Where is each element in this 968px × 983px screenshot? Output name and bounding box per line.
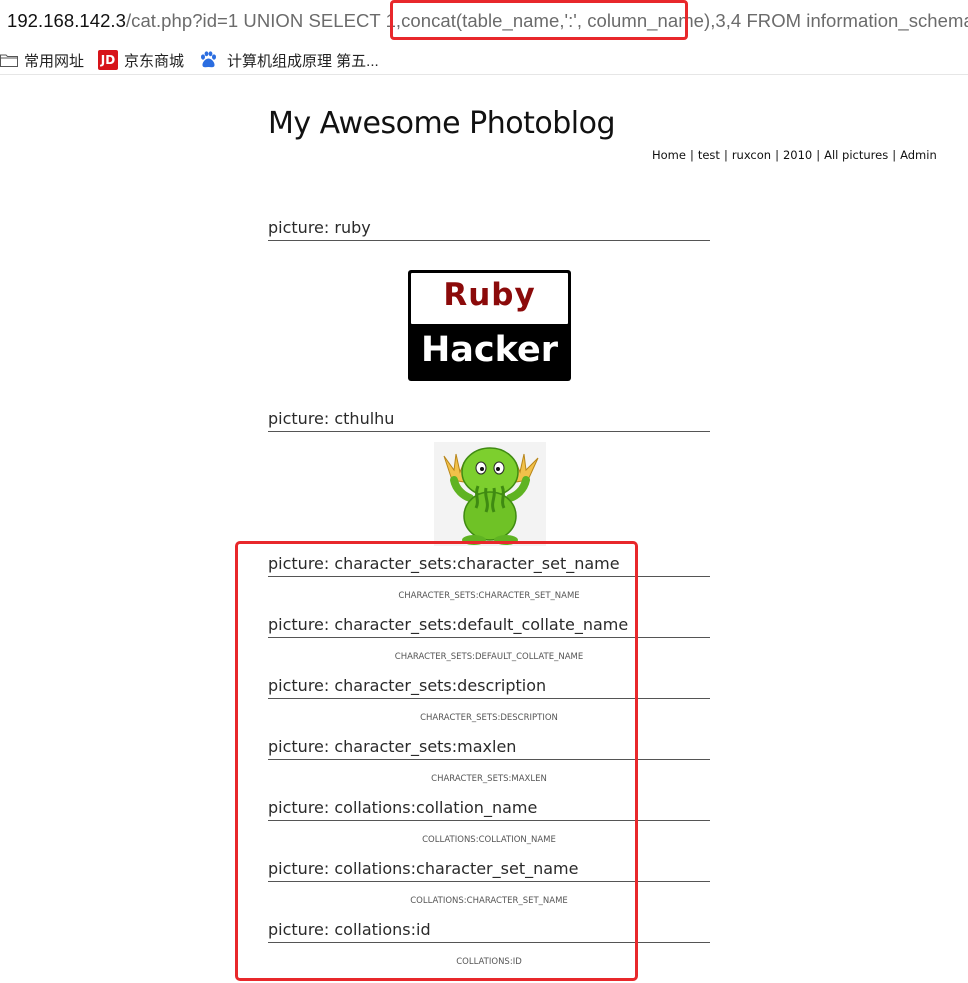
site-nav: Home | test | ruxcon | 2010 | All pictures | Admin bbox=[652, 148, 937, 162]
nav-separator: | bbox=[892, 148, 897, 162]
nav-home-link[interactable]: Home bbox=[652, 148, 686, 162]
bookmark-jd[interactable]: JD 京东商城 bbox=[98, 50, 184, 70]
address-bar[interactable]: 192.168.142.3/cat.php?id=1 UNION SELECT … bbox=[0, 0, 968, 44]
site-title[interactable]: My Awesome Photoblog bbox=[268, 106, 616, 141]
bookmarks-bar: 常用网址 JD 京东商城 计算机组成原理 第五... bbox=[0, 46, 968, 75]
ruby-logo-top: Ruby bbox=[411, 273, 568, 324]
bookmark-label: 京东商城 bbox=[124, 52, 185, 70]
cthulhu-illustration bbox=[443, 447, 539, 545]
cthulhu-image[interactable] bbox=[434, 442, 546, 546]
hacker-logo-text: Hacker bbox=[421, 330, 558, 370]
baidu-paw-icon bbox=[201, 51, 216, 68]
ruby-hacker-image[interactable]: Ruby Hacker bbox=[408, 270, 571, 381]
results-highlight-box bbox=[235, 541, 638, 981]
post-title[interactable]: picture: ruby bbox=[268, 219, 710, 241]
bookmark-baidu[interactable]: 计算机组成原理 第五... bbox=[199, 50, 379, 70]
nav-separator: | bbox=[775, 148, 779, 162]
folder-icon bbox=[0, 54, 18, 67]
bookmark-frequent[interactable]: 常用网址 bbox=[0, 50, 84, 70]
nav-admin-link[interactable]: Admin bbox=[900, 148, 937, 162]
nav-separator: | bbox=[723, 148, 728, 162]
nav-separator: | bbox=[689, 148, 694, 162]
jd-icon: JD bbox=[98, 50, 118, 70]
nav-2010-link[interactable]: 2010 bbox=[783, 148, 812, 162]
post-title[interactable]: picture: cthulhu bbox=[268, 410, 710, 432]
bookmark-label: 常用网址 bbox=[24, 52, 85, 70]
nav-test-link[interactable]: test bbox=[698, 148, 720, 162]
nav-all-pictures-link[interactable]: All pictures bbox=[824, 148, 888, 162]
browser-window: 192.168.142.3/cat.php?id=1 UNION SELECT … bbox=[0, 0, 968, 983]
nav-separator: | bbox=[816, 148, 821, 162]
bookmark-label: 计算机组成原理 第五... bbox=[227, 52, 379, 70]
url-highlight-box bbox=[390, 0, 688, 40]
ruby-logo-text: Ruby bbox=[443, 277, 536, 313]
url-host: 192.168.142.3 bbox=[7, 10, 126, 31]
nav-ruxcon-link[interactable]: ruxcon bbox=[732, 148, 771, 162]
